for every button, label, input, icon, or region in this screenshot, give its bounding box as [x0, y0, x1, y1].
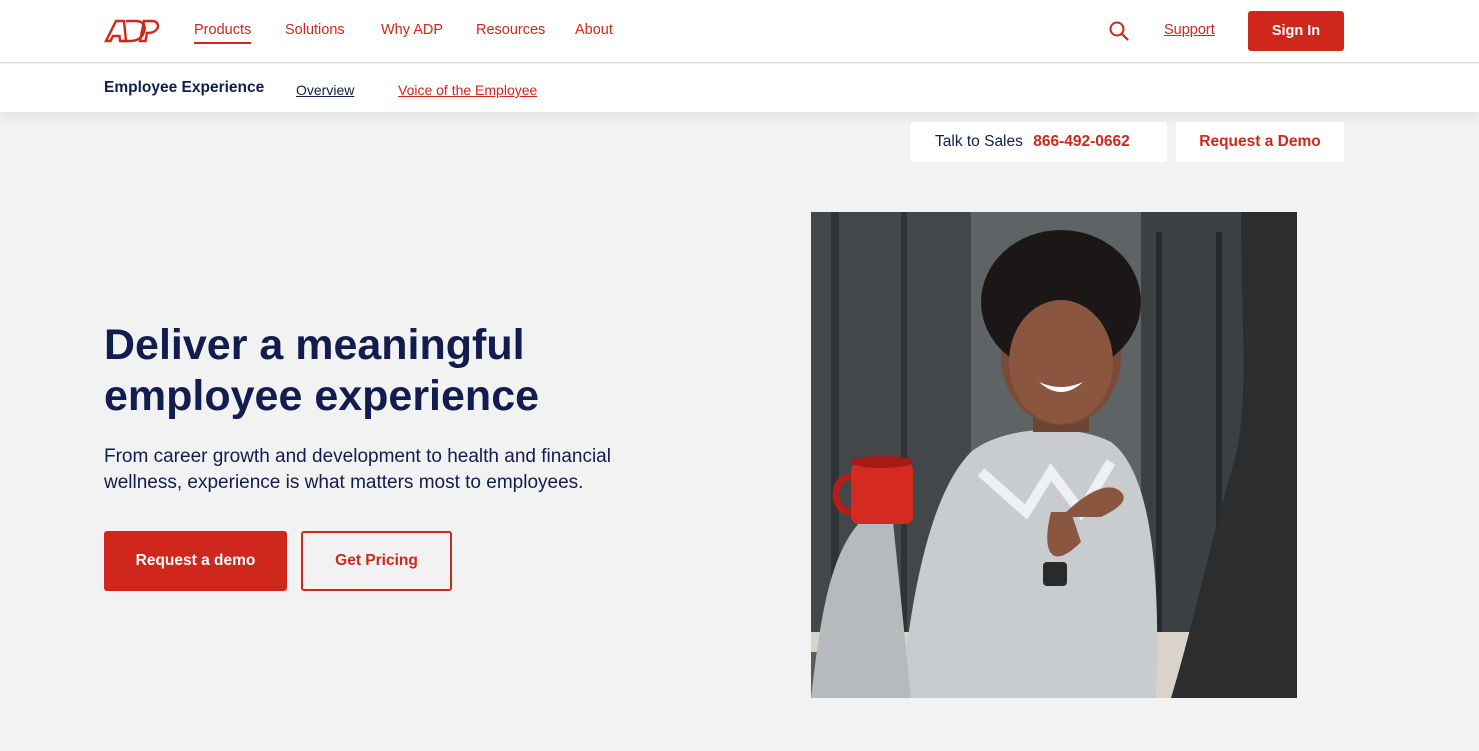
adp-logo[interactable] — [104, 17, 160, 45]
hero-headline: Deliver a meaningful employee experience — [104, 321, 540, 420]
subnav-voice-of-the-employee[interactable]: Voice of the Employee — [398, 81, 537, 99]
search-icon — [1109, 21, 1129, 41]
nav-solutions[interactable]: Solutions — [285, 20, 345, 44]
subnav-title: Employee Experience — [104, 79, 265, 96]
request-demo-top-button[interactable]: Request a Demo — [1176, 122, 1344, 162]
hero-subtext: From career growth and development to he… — [104, 446, 611, 493]
search-button[interactable] — [1108, 20, 1130, 42]
nav-why-adp[interactable]: Why ADP — [381, 20, 443, 44]
nav-about[interactable]: About — [575, 20, 613, 44]
nav-products[interactable]: Products — [194, 20, 252, 44]
sales-phone[interactable]: 866-492-0662 — [1033, 133, 1130, 150]
get-pricing-button[interactable]: Get Pricing — [301, 531, 452, 591]
sign-in-button[interactable]: Sign In — [1248, 11, 1344, 51]
product-subnav: Employee Experience Overview Voice of th… — [0, 64, 1479, 112]
talk-to-sales-box[interactable]: Talk to Sales 866-492-0662 — [910, 122, 1167, 162]
hero-image — [811, 212, 1297, 698]
adp-logo-icon — [104, 19, 160, 43]
hero-photo-illustration — [811, 212, 1297, 698]
request-demo-button[interactable]: Request a demo — [104, 531, 287, 591]
sales-label: Talk to Sales — [935, 133, 1023, 150]
top-navigation: Products Solutions Why ADP Resources Abo… — [0, 0, 1479, 63]
support-link[interactable]: Support — [1164, 20, 1215, 40]
nav-resources[interactable]: Resources — [476, 20, 545, 44]
subnav-overview[interactable]: Overview — [296, 81, 354, 99]
